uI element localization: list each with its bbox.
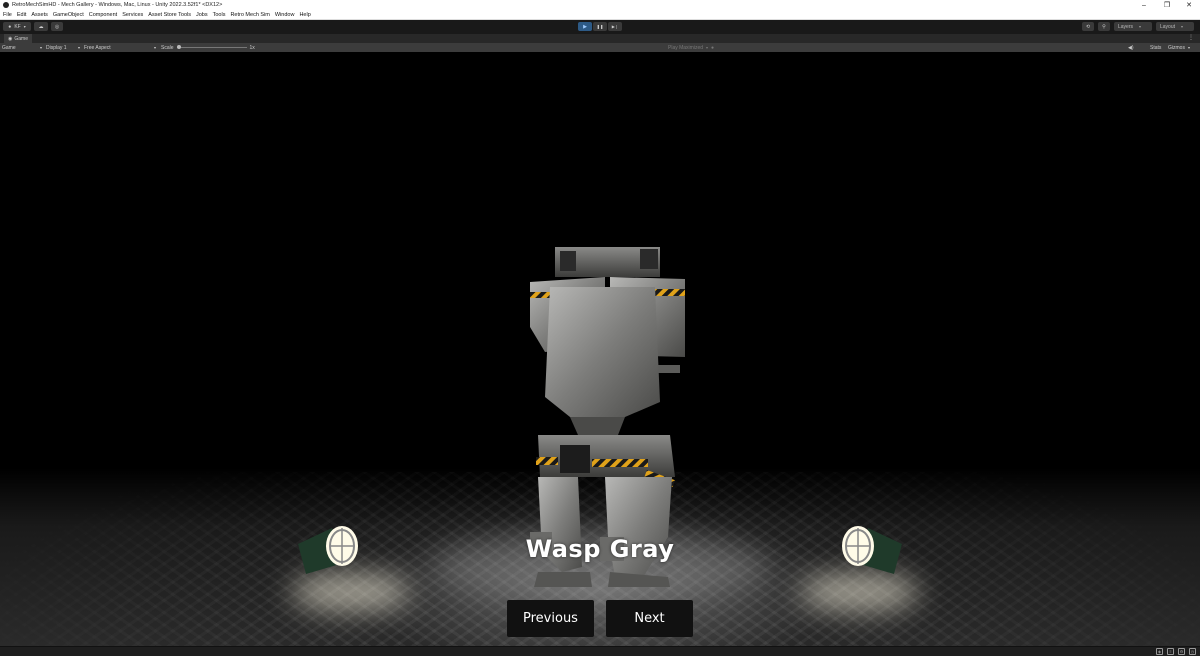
menu-retro-mech-sim[interactable]: Retro Mech Sim [230,12,269,18]
collab-icon: ◎ [54,23,60,30]
game-tab-bar: ◉ Game ⋮ [0,34,1200,43]
game-viewport[interactable]: Wasp Gray Previous Next [0,52,1200,646]
display-select-label: Display 1 [46,44,67,51]
tab-game[interactable]: ◉ Game [4,34,32,43]
close-button[interactable]: ✕ [1178,0,1200,10]
chevron-down-icon: ▾ [23,24,26,29]
previous-button[interactable]: Previous [507,600,594,637]
search-button[interactable]: ⚲ [1098,22,1110,31]
console-icon[interactable]: ≡ [1167,648,1174,655]
history-button[interactable]: ⟲ [1082,22,1094,31]
play-icon: ▶ [583,23,587,30]
gamepad-icon: ◉ [8,35,13,42]
scale-slider-handle[interactable] [176,45,181,49]
menu-edit[interactable]: Edit [17,12,26,18]
chevron-down-icon: ▾ [1187,45,1190,50]
menu-jobs[interactable]: Jobs [196,12,208,18]
play-mode-select[interactable]: Play Maximized ▾ ● [668,44,714,51]
pause-icon: ❚❚ [596,24,604,29]
cloud-button[interactable]: ☁ [34,22,48,31]
menu-bar: File Edit Assets GameObject Component Se… [0,10,1200,20]
menu-asset-store-tools[interactable]: Asset Store Tools [148,12,191,18]
chevron-down-icon: ▾ [153,45,156,50]
step-button[interactable]: ▶❘ [608,22,622,31]
collab-button[interactable]: ◎ [51,22,63,31]
account-icon: ● [8,23,12,30]
cloud-icon: ☁ [38,23,44,30]
scale-slider[interactable] [176,45,247,49]
account-label: KF [14,23,21,30]
scale-label: Scale [161,44,174,51]
scale-value: 1x [249,44,255,51]
chevron-down-icon: ▾ [1181,24,1184,29]
menu-services[interactable]: Services [122,12,143,18]
chevron-down-icon: ▾ [1139,24,1142,29]
stats-label: Stats [1150,44,1162,51]
scale-control: Scale 1x [161,44,255,51]
restore-button[interactable]: ❐ [1156,0,1178,10]
camera-icon: ● [711,44,715,51]
mech-name-label: Wasp Gray [525,535,675,563]
view-select[interactable]: Game ▾ [2,44,42,51]
unity-logo-icon [3,2,9,8]
next-button[interactable]: Next [606,600,693,637]
stats-button[interactable]: Stats [1150,44,1161,51]
display-select[interactable]: Display 1 ▾ [46,44,80,51]
search-icon: ⚲ [1102,23,1106,30]
progress-icon[interactable]: ◷ [1189,648,1196,655]
menu-assets[interactable]: Assets [31,12,48,18]
menu-gameobject[interactable]: GameObject [53,12,84,18]
layout-label: Layout [1160,23,1176,30]
menu-component[interactable]: Component [89,12,117,18]
more-options-icon[interactable]: ⋮ [1188,34,1194,41]
menu-help[interactable]: Help [299,12,310,18]
gizmos-label: Gizmos [1168,44,1185,51]
main-toolbar: ● KF ▾ ☁ ◎ ▶ ❚❚ ▶❘ ⟲ ⚲ Layers ▾ Layout ▾ [0,20,1200,34]
step-icon: ▶❘ [611,24,619,29]
aspect-select[interactable]: Free Aspect ▾ [84,44,156,51]
aspect-select-label: Free Aspect [84,44,111,51]
menu-window[interactable]: Window [275,12,295,18]
layers-dropdown[interactable]: Layers ▾ [1114,22,1152,31]
gizmos-button[interactable]: Gizmos ▾ [1168,44,1190,51]
view-select-label: Game [2,44,16,51]
menu-file[interactable]: File [3,12,12,18]
layout-dropdown[interactable]: Layout ▾ [1156,22,1194,31]
play-controls: ▶ ❚❚ ▶❘ [578,22,622,31]
window-title-bar: RetroMechSimHD - Mech Gallery - Windows,… [0,0,1200,10]
speaker-icon: ◀) [1128,44,1134,51]
tab-game-label: Game [14,35,28,42]
play-button[interactable]: ▶ [578,22,592,31]
mute-audio-button[interactable]: ◀) [1128,44,1134,51]
play-mode-label: Play Maximized [668,44,704,51]
window-title: RetroMechSimHD - Mech Gallery - Windows,… [12,2,223,8]
layers-label: Layers [1118,23,1134,30]
network-icon[interactable]: ◈ [1156,648,1163,655]
toolbar-right: ⟲ ⚲ Layers ▾ Layout ▾ [1082,22,1194,31]
history-icon: ⟲ [1085,23,1091,30]
debug-icon[interactable]: ⚙ [1178,648,1185,655]
status-bar: ◈ ≡ ⚙ ◷ [0,646,1200,656]
chevron-down-icon: ▾ [77,45,80,50]
chevron-down-icon: ▾ [39,45,42,50]
status-icons: ◈ ≡ ⚙ ◷ [1156,648,1196,655]
minimize-button[interactable]: – [1133,0,1155,10]
menu-tools[interactable]: Tools [213,12,226,18]
chevron-down-icon: ▾ [706,45,709,50]
account-dropdown[interactable]: ● KF ▾ [3,22,31,31]
pause-button[interactable]: ❚❚ [593,22,607,31]
game-view-controls: Game ▾ Display 1 ▾ Free Aspect ▾ Scale 1… [0,43,1200,52]
